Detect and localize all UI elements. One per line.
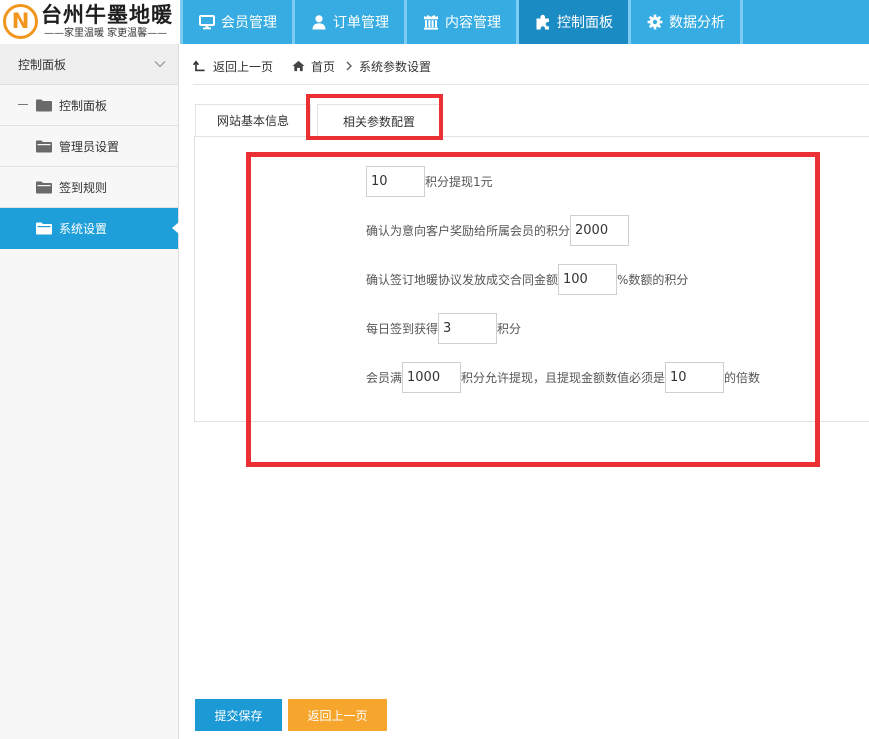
go-back-button[interactable]: 返回上一页 — [288, 699, 387, 731]
sidebar-header-label: 控制面板 — [18, 57, 67, 72]
form-row-withdraw-rate: 积分提现1元 — [366, 166, 760, 197]
contract-reward-suffix: %数额的积分 — [617, 273, 689, 287]
nav-item-label: 内容管理 — [445, 15, 501, 31]
top-nav: 会员管理 订单管理 内容管理 控制面板 数据分析 — [180, 0, 869, 44]
withdraw-rule-label: 会员满 — [366, 371, 403, 385]
sidebar: 控制面板 控制面板 管理员设置 签到规则 系统设置 — [0, 44, 179, 739]
folder-open-icon — [36, 140, 52, 153]
folder-icon — [36, 99, 52, 112]
nav-item-label: 会员管理 — [221, 15, 277, 31]
sidebar-item-checkin-rules[interactable]: 签到规则 — [0, 167, 178, 208]
tab-site-basic-info[interactable]: 网站基本信息 — [195, 104, 311, 136]
withdraw-min-points-input[interactable] — [402, 362, 462, 393]
nav-item-orders[interactable]: 订单管理 — [292, 0, 404, 44]
breadcrumb-home-link[interactable]: 首页 — [311, 58, 335, 75]
divider — [193, 84, 869, 85]
home-icon[interactable] — [292, 60, 305, 72]
daily-checkin-suffix: 积分 — [497, 322, 522, 336]
puzzle-icon — [535, 14, 551, 30]
breadcrumb-back-link[interactable]: 返回上一页 — [213, 58, 273, 75]
monitor-icon — [199, 14, 215, 30]
intent-reward-label: 确认为意向客户奖励给所属会员的积分 — [366, 224, 571, 238]
withdraw-multiple-input[interactable] — [665, 362, 725, 393]
sidebar-item-label: 管理员设置 — [59, 139, 120, 154]
nav-item-control-panel[interactable]: 控制面板 — [516, 0, 628, 44]
user-icon — [311, 14, 327, 30]
sidebar-item-control-panel[interactable]: 控制面板 — [0, 85, 178, 126]
daily-checkin-input[interactable] — [438, 313, 498, 344]
nav-item-label: 数据分析 — [669, 15, 725, 31]
tab-label: 相关参数配置 — [342, 114, 415, 129]
withdraw-rate-input[interactable] — [366, 166, 425, 197]
withdraw-rule-middle-text: 积分允许提现，且提现金额数值必须是 — [461, 371, 666, 385]
return-icon[interactable] — [193, 60, 205, 72]
folder-open-icon — [36, 222, 52, 235]
sidebar-item-label: 系统设置 — [59, 221, 108, 236]
intent-reward-input[interactable] — [570, 215, 630, 246]
sidebar-item-admin-settings[interactable]: 管理员设置 — [0, 126, 178, 167]
nav-item-members[interactable]: 会员管理 — [180, 0, 292, 44]
active-indicator — [172, 222, 179, 234]
form-row-contract-reward: 确认签订地暖协议发放成交合同金额 %数额的积分 — [366, 264, 760, 295]
logo-subtitle: ——家里温暖 家更温馨—— — [44, 28, 168, 39]
nav-item-analytics[interactable]: 数据分析 — [628, 0, 743, 44]
daily-checkin-label: 每日签到获得 — [366, 322, 439, 336]
nav-item-label: 控制面板 — [557, 15, 613, 31]
gear-icon — [647, 14, 663, 30]
form-row-intent-reward: 确认为意向客户奖励给所属会员的积分 — [366, 215, 760, 246]
sidebar-item-label: 签到规则 — [59, 180, 108, 195]
withdraw-rate-suffix: 积分提现1元 — [425, 175, 493, 189]
building-icon — [423, 14, 439, 30]
form-row-withdraw-rule: 会员满 积分允许提现，且提现金额数值必须是 的倍数 — [366, 362, 760, 393]
form-row-daily-checkin: 每日签到获得 积分 — [366, 313, 760, 344]
sidebar-item-label: 控制面板 — [59, 98, 108, 113]
sidebar-header[interactable]: 控制面板 — [0, 44, 178, 85]
sidebar-item-system-settings[interactable]: 系统设置 — [0, 208, 179, 249]
submit-save-button[interactable]: 提交保存 — [195, 699, 282, 731]
logo[interactable]: N 台州牛墨地暖 ——家里温暖 家更温馨—— — [0, 0, 180, 44]
tab-label: 网站基本信息 — [216, 114, 289, 128]
breadcrumb-current: 系统参数设置 — [359, 59, 432, 74]
collapse-toggle-icon[interactable] — [18, 104, 28, 105]
withdraw-rule-suffix: 的倍数 — [724, 371, 761, 385]
chevron-right-icon — [346, 61, 352, 71]
contract-reward-label: 确认签订地暖协议发放成交合同金额 — [366, 273, 559, 287]
contract-reward-input[interactable] — [558, 264, 618, 295]
params-form: 积分提现1元 确认为意向客户奖励给所属会员的积分 确认签订地暖协议发放成交合同金… — [366, 166, 760, 411]
logo-title: 台州牛墨地暖 — [41, 3, 173, 27]
app-window: N 台州牛墨地暖 ——家里温暖 家更温馨—— 会员管理 订单管理 内容管理 控制… — [0, 0, 869, 739]
chevron-down-icon — [154, 60, 166, 68]
breadcrumb: 返回上一页 首页 系统参数设置 — [193, 58, 431, 74]
nav-item-content[interactable]: 内容管理 — [404, 0, 516, 44]
logo-mark: N — [3, 4, 38, 39]
folder-open-icon — [36, 181, 52, 194]
nav-item-label: 订单管理 — [333, 15, 389, 31]
tab-related-params[interactable]: 相关参数配置 — [317, 104, 441, 137]
